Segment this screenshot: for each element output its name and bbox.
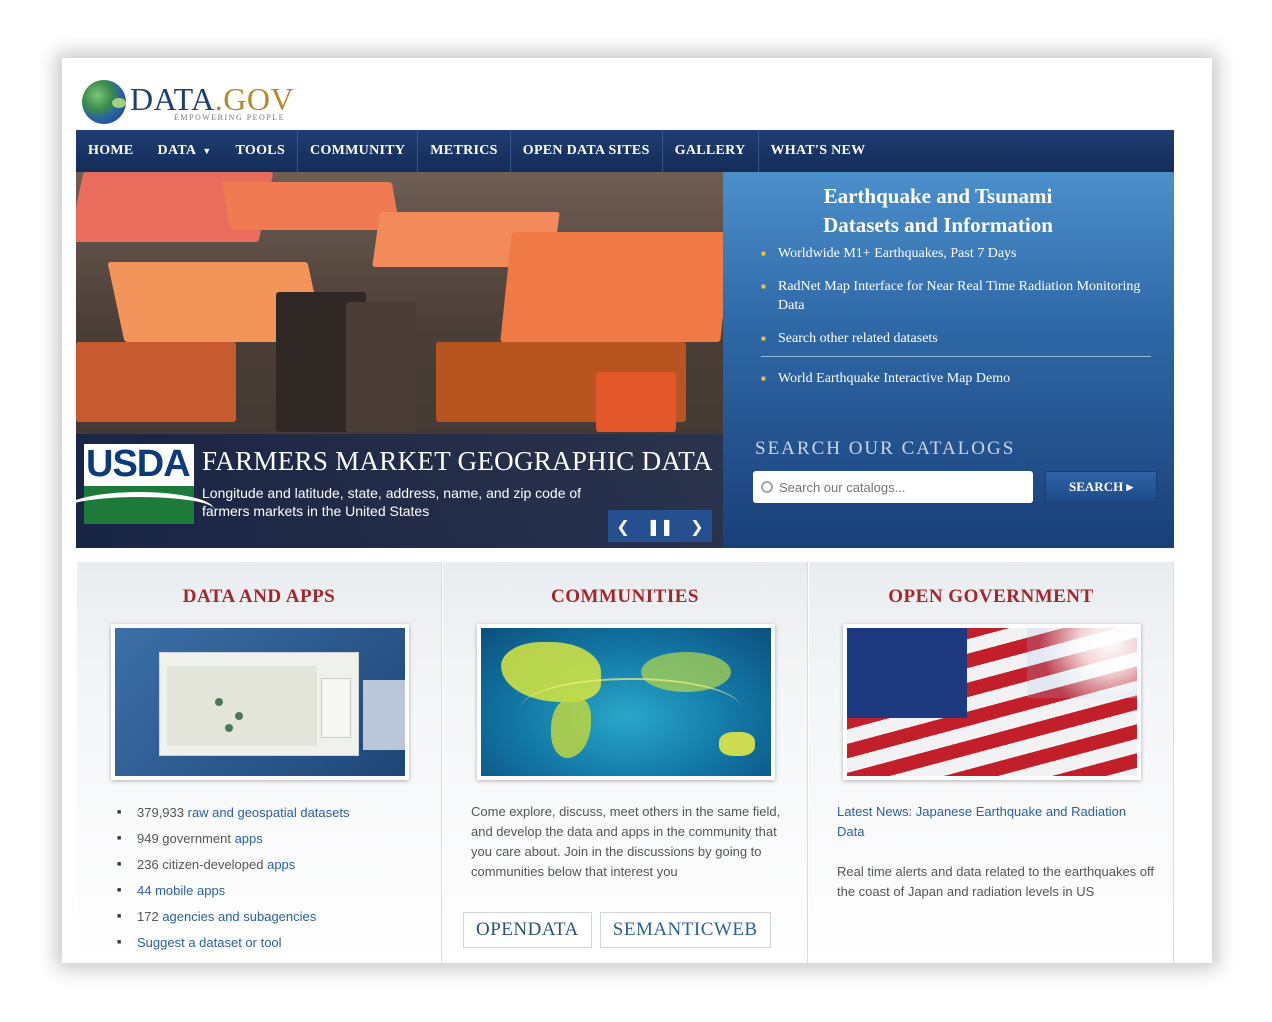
globe-icon	[82, 80, 126, 124]
hero-section: USDA FARMERS MARKET GEOGRAPHIC DATA Long…	[76, 172, 1174, 548]
nav-community[interactable]: COMMUNITY	[297, 130, 417, 172]
catalog-search-input[interactable]	[779, 479, 1019, 495]
open-government-column: OPEN GOVERNMENT Latest News: Japanese Ea…	[808, 562, 1174, 963]
stat-link[interactable]: 44 mobile apps	[137, 883, 225, 898]
opendata-badge[interactable]: OPENDATA	[463, 912, 592, 948]
communities-title[interactable]: COMMUNITIES	[443, 586, 807, 608]
search-label: SEARCH OUR CATALOGS	[755, 438, 1016, 459]
semanticweb-badge[interactable]: SEMANTICWEB	[599, 912, 771, 948]
search-icon	[761, 481, 773, 493]
community-badges: OPENDATA SEMANTICWEB	[463, 912, 771, 948]
nav-open-data-sites[interactable]: OPEN DATA SITES	[509, 130, 662, 172]
stat-link[interactable]: agencies and subagencies	[162, 909, 316, 924]
earthquake-panel: Earthquake and Tsunami Datasets and Info…	[723, 172, 1174, 548]
logo-tagline: EMPOWERING PEOPLE	[174, 112, 286, 122]
prev-slide-icon[interactable]: ❮	[616, 517, 629, 536]
farmers-market-photo[interactable]: USDA FARMERS MARKET GEOGRAPHIC DATA Long…	[76, 172, 723, 548]
main-nav: HOME DATA ▼ TOOLS COMMUNITY METRICS OPEN …	[76, 130, 1174, 172]
stat-link[interactable]: raw and geospatial datasets	[188, 805, 350, 820]
communities-map-image[interactable]	[477, 624, 775, 780]
logo-wordmark: DATA.GOV	[130, 80, 295, 117]
nav-gallery[interactable]: GALLERY	[661, 130, 758, 172]
search-button[interactable]: SEARCH ▸	[1045, 471, 1157, 503]
hero-caption-title[interactable]: FARMERS MARKET GEOGRAPHIC DATA	[202, 446, 713, 477]
caret-down-icon: ▼	[202, 146, 212, 156]
nav-whats-new[interactable]: WHAT'S NEW	[757, 130, 878, 172]
stat-link[interactable]: apps	[235, 831, 263, 846]
latest-news-link[interactable]: Latest News: Japanese Earthquake and Rad…	[837, 802, 1155, 842]
data-apps-column: DATA AND APPS 379,933 raw and geospatial…	[76, 562, 442, 963]
hero-caption: USDA FARMERS MARKET GEOGRAPHIC DATA Long…	[76, 434, 723, 548]
nav-metrics[interactable]: METRICS	[417, 130, 509, 172]
list-item: Suggest a dataset or tool	[117, 930, 417, 956]
panel-title: Earthquake and Tsunami Datasets and Info…	[823, 184, 1053, 237]
data-apps-stats: 379,933 raw and geospatial datasets 949 …	[117, 800, 417, 956]
open-government-description: Real time alerts and data related to the…	[837, 864, 1155, 899]
hero-caption-subtitle: Longitude and latitude, state, address, …	[202, 485, 582, 519]
panel-link[interactable]: RadNet Map Interface for Near Real Time …	[761, 277, 1151, 315]
communities-column: COMMUNITIES Come explore, discuss, meet …	[442, 562, 808, 963]
catalog-search-box	[753, 471, 1033, 503]
pause-icon[interactable]: ❚❚	[647, 517, 674, 536]
open-government-title[interactable]: OPEN GOVERNMENT	[809, 586, 1173, 608]
data-apps-screenshot[interactable]	[111, 624, 409, 780]
earthquake-links: Worldwide M1+ Earthquakes, Past 7 Days R…	[761, 244, 1151, 402]
next-slide-icon[interactable]: ❯	[690, 517, 703, 536]
panel-link[interactable]: Search other related datasets	[761, 329, 1151, 357]
list-item: 379,933 raw and geospatial datasets	[117, 800, 417, 826]
panel-link[interactable]: World Earthquake Interactive Map Demo	[761, 369, 1151, 388]
nav-home[interactable]: HOME	[76, 130, 146, 172]
flag-image[interactable]	[843, 624, 1141, 780]
data-apps-title[interactable]: DATA AND APPS	[77, 586, 441, 608]
datagov-logo[interactable]: DATA.GOV EMPOWERING PEOPLE	[82, 72, 294, 132]
slider-controls: ❮ ❚❚ ❯	[608, 510, 712, 542]
nav-data[interactable]: DATA ▼	[146, 130, 224, 172]
list-item: 236 citizen-developed apps	[117, 852, 417, 878]
feature-columns: DATA AND APPS 379,933 raw and geospatial…	[76, 562, 1174, 963]
list-item: 949 government apps	[117, 826, 417, 852]
stat-link[interactable]: Suggest a dataset or tool	[137, 935, 282, 950]
browser-frame: DATA.GOV EMPOWERING PEOPLE HOME DATA ▼ TO…	[62, 58, 1212, 963]
usda-logo: USDA	[76, 444, 214, 524]
panel-link[interactable]: Worldwide M1+ Earthquakes, Past 7 Days	[761, 244, 1151, 263]
list-item: 44 mobile apps	[117, 878, 417, 904]
list-item: 172 agencies and subagencies	[117, 904, 417, 930]
nav-tools[interactable]: TOOLS	[224, 130, 298, 172]
stat-link[interactable]: apps	[267, 857, 295, 872]
communities-description: Come explore, discuss, meet others in th…	[471, 804, 781, 879]
